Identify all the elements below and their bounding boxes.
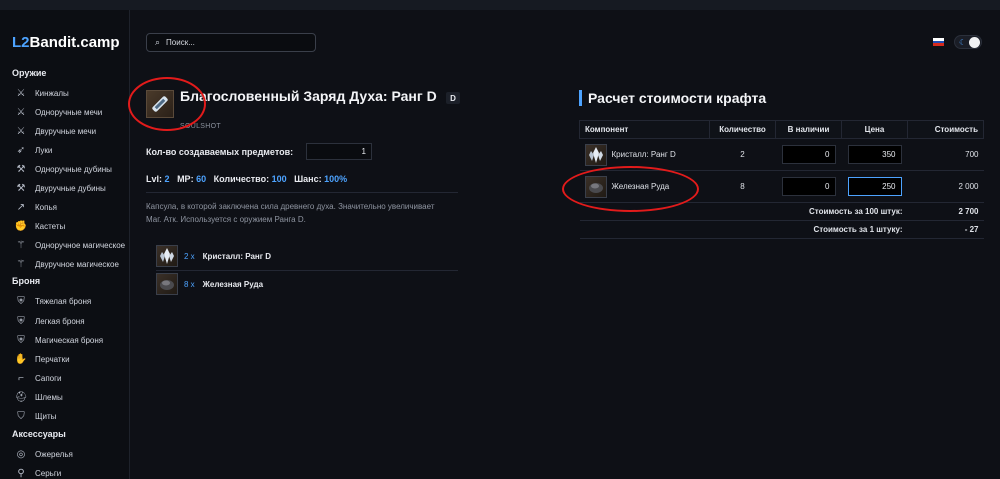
language-flag-icon[interactable] <box>933 38 944 46</box>
material-item[interactable]: 2 x Кристалл: Ранг D <box>156 244 458 268</box>
item-description: Капсула, в которой заключена сила древне… <box>146 202 435 224</box>
shield-icon: ⛉ <box>17 410 25 422</box>
cell-in-stock <box>775 170 842 203</box>
annotation-circle <box>128 77 206 131</box>
crystal-icon <box>584 143 607 166</box>
per-unit-value: - 27 <box>907 220 984 239</box>
cell-in-stock <box>775 138 842 171</box>
wand-icon: ⚚ <box>16 239 26 251</box>
toggle-knob <box>969 37 980 48</box>
material-item[interactable]: 8 x Железная Руда <box>156 272 458 296</box>
column-header-price: Цена <box>841 120 908 139</box>
crystal-icon <box>156 245 178 267</box>
top-strip <box>0 0 1000 10</box>
calc-title: Расчет стоимости крафта <box>588 90 767 106</box>
per-unit-label: Стоимость за 1 штуку: <box>579 220 908 239</box>
annotation-circle <box>562 166 699 212</box>
divider <box>146 192 458 193</box>
cell-price <box>841 170 908 203</box>
divider <box>156 270 458 271</box>
cell-cost: 2 000 <box>907 170 984 203</box>
per-unit-row: Стоимость за 1 штуку: - 27 <box>579 220 984 239</box>
search-input[interactable] <box>166 38 297 47</box>
heavy-armor-icon: ⛨ <box>17 295 25 307</box>
sidebar-item-spears[interactable]: ↗ Копья <box>14 198 128 216</box>
fist-icon: ✊ <box>14 220 28 232</box>
item-stats: Lvl: 2 MP: 60 Количество: 100 Шанс: 100% <box>146 174 348 184</box>
light-armor-icon: ⛨ <box>17 315 25 327</box>
bow-icon: ➶ <box>16 144 26 156</box>
sidebar: L2Bandit.camp Оружие ⚔ Кинжалы ⚔ Одноручны… <box>0 10 130 479</box>
sidebar-item-light-armor[interactable]: ⛨ Легкая броня <box>14 312 128 330</box>
sidebar-item-necklaces[interactable]: ◎ Ожерелья <box>14 445 128 463</box>
sword-icon: ⚔ <box>16 106 26 118</box>
spear-icon: ↗ <box>16 201 26 213</box>
craft-quantity-input[interactable] <box>306 143 372 160</box>
helmet-icon: ⛑ <box>14 391 28 403</box>
sidebar-item-daggers[interactable]: ⚔ Кинжалы <box>14 84 128 102</box>
cell-quantity: 2 <box>709 138 776 171</box>
price-input[interactable] <box>847 177 902 196</box>
necklace-icon: ◎ <box>16 448 26 460</box>
sidebar-category-weapons[interactable]: Оружие <box>12 68 46 78</box>
iron-ore-icon <box>156 273 178 295</box>
search-box[interactable]: ⌕ <box>146 33 316 52</box>
cell-quantity: 8 <box>709 170 776 203</box>
two-handed-blunt-icon: ⚒ <box>16 182 26 194</box>
search-icon: ⌕ <box>155 37 161 47</box>
boots-icon: ⌐ <box>18 372 24 384</box>
sidebar-item-one-handed-blunts[interactable]: ⚒ Одноручные дубины <box>14 160 128 178</box>
blunt-icon: ⚒ <box>16 163 26 175</box>
column-header-in-stock: В наличии <box>775 120 842 139</box>
sidebar-item-bows[interactable]: ➶ Луки <box>14 141 128 159</box>
sidebar-item-gloves[interactable]: ✋ Перчатки <box>14 350 128 368</box>
item-title: Благословенный Заряд Духа: Ранг D <box>180 88 437 104</box>
two-handed-sword-icon: ⚔ <box>16 125 26 137</box>
sidebar-category-accessories[interactable]: Аксессуары <box>12 429 66 439</box>
craft-quantity-label: Кол-во создаваемых предметов: <box>146 147 294 157</box>
flag-stripe-red <box>933 43 944 46</box>
sidebar-item-fists[interactable]: ✊ Кастеты <box>14 217 128 235</box>
gloves-icon: ✋ <box>14 353 28 365</box>
sidebar-item-shields[interactable]: ⛉ Щиты <box>14 407 128 425</box>
sidebar-item-one-handed-swords[interactable]: ⚔ Одноручные мечи <box>14 103 128 121</box>
sidebar-item-robe[interactable]: ⛨ Магическая броня <box>14 331 128 349</box>
table-header-row: Компонент Количество В наличии Цена Стои… <box>579 120 984 139</box>
robe-icon: ⛨ <box>17 334 25 346</box>
column-header-cost: Стоимость <box>907 120 984 139</box>
sidebar-item-two-handed-swords[interactable]: ⚔ Двуручные мечи <box>14 122 128 140</box>
site-logo[interactable]: L2Bandit.camp <box>12 34 120 51</box>
in-stock-input[interactable] <box>781 145 836 164</box>
sidebar-item-one-handed-magic[interactable]: ⚚ Одноручное магическое <box>14 236 128 254</box>
earring-icon: ⚲ <box>17 467 25 479</box>
sidebar-item-boots[interactable]: ⌐ Сапоги <box>14 369 128 387</box>
sidebar-item-heavy-armor[interactable]: ⛨ Тяжелая броня <box>14 292 128 310</box>
sidebar-item-helmets[interactable]: ⛑ Шлемы <box>14 388 128 406</box>
sidebar-item-two-handed-blunts[interactable]: ⚒ Двуручные дубины <box>14 179 128 197</box>
cell-cost: 700 <box>907 138 984 171</box>
section-accent-bar <box>579 90 582 106</box>
cell-price <box>841 138 908 171</box>
sidebar-category-armor[interactable]: Броня <box>12 276 40 286</box>
price-input[interactable] <box>847 145 902 164</box>
staff-icon: ⚚ <box>16 258 26 270</box>
moon-icon: ☾ <box>959 38 967 47</box>
in-stock-input[interactable] <box>781 177 836 196</box>
sidebar-item-two-handed-magic[interactable]: ⚚ Двуручное магическое <box>14 255 128 273</box>
sidebar-item-earrings[interactable]: ⚲ Серьги <box>14 464 128 479</box>
column-header-quantity: Количество <box>709 120 776 139</box>
total-value: 2 700 <box>907 202 984 221</box>
theme-toggle[interactable]: ☾ <box>954 35 982 49</box>
column-header-component: Компонент <box>579 120 710 139</box>
grade-badge: D <box>446 92 460 104</box>
dagger-icon: ⚔ <box>16 87 26 99</box>
